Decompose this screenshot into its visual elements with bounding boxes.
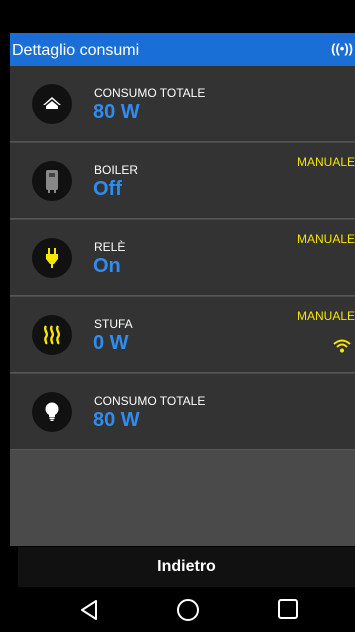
back-button[interactable]: Indietro xyxy=(18,547,355,587)
item-label: STUFA xyxy=(94,317,133,331)
item-label: CONSUMO TOTALE xyxy=(94,86,206,100)
item-value: On xyxy=(93,255,121,277)
item-label: RELÈ xyxy=(94,240,126,254)
item-value: 0 W xyxy=(93,332,129,354)
lightbulb-icon xyxy=(32,392,72,432)
wifi-icon xyxy=(333,339,351,358)
mode-badge: MANUALE xyxy=(296,232,355,246)
item-label: CONSUMO TOTALE xyxy=(94,394,206,408)
system-nav-bar xyxy=(0,590,355,632)
page-title: Dettaglio consumi xyxy=(12,42,140,59)
item-value: 80 W xyxy=(93,409,140,431)
item-value: Off xyxy=(93,178,122,200)
list-item-total-consumption-2[interactable]: CONSUMO TOTALE 80 W xyxy=(10,374,355,450)
status-bar xyxy=(0,0,355,33)
consumption-list: CONSUMO TOTALE 80 W BOILER Off MANUALE R… xyxy=(10,66,355,546)
item-label: BOILER xyxy=(94,163,139,177)
broadcast-icon[interactable]: ((•)) xyxy=(331,41,353,57)
plug-icon xyxy=(32,238,72,278)
item-value: 80 W xyxy=(93,101,140,123)
nav-recents-icon[interactable] xyxy=(277,598,299,625)
list-item-total-consumption[interactable]: CONSUMO TOTALE 80 W xyxy=(10,66,355,142)
nav-home-icon[interactable] xyxy=(176,598,200,627)
home-icon xyxy=(32,84,72,124)
boiler-icon xyxy=(32,161,72,201)
mode-badge: MANUALE xyxy=(296,309,355,323)
mode-badge: MANUALE xyxy=(296,155,355,169)
nav-back-icon[interactable] xyxy=(78,598,100,627)
heater-icon xyxy=(32,315,72,355)
app-bar: Dettaglio consumi ((•)) xyxy=(10,33,355,66)
list-item-heater[interactable]: STUFA 0 W MANUALE xyxy=(10,297,355,373)
list-item-relay[interactable]: RELÈ On MANUALE xyxy=(10,220,355,296)
list-item-boiler[interactable]: BOILER Off MANUALE xyxy=(10,143,355,219)
